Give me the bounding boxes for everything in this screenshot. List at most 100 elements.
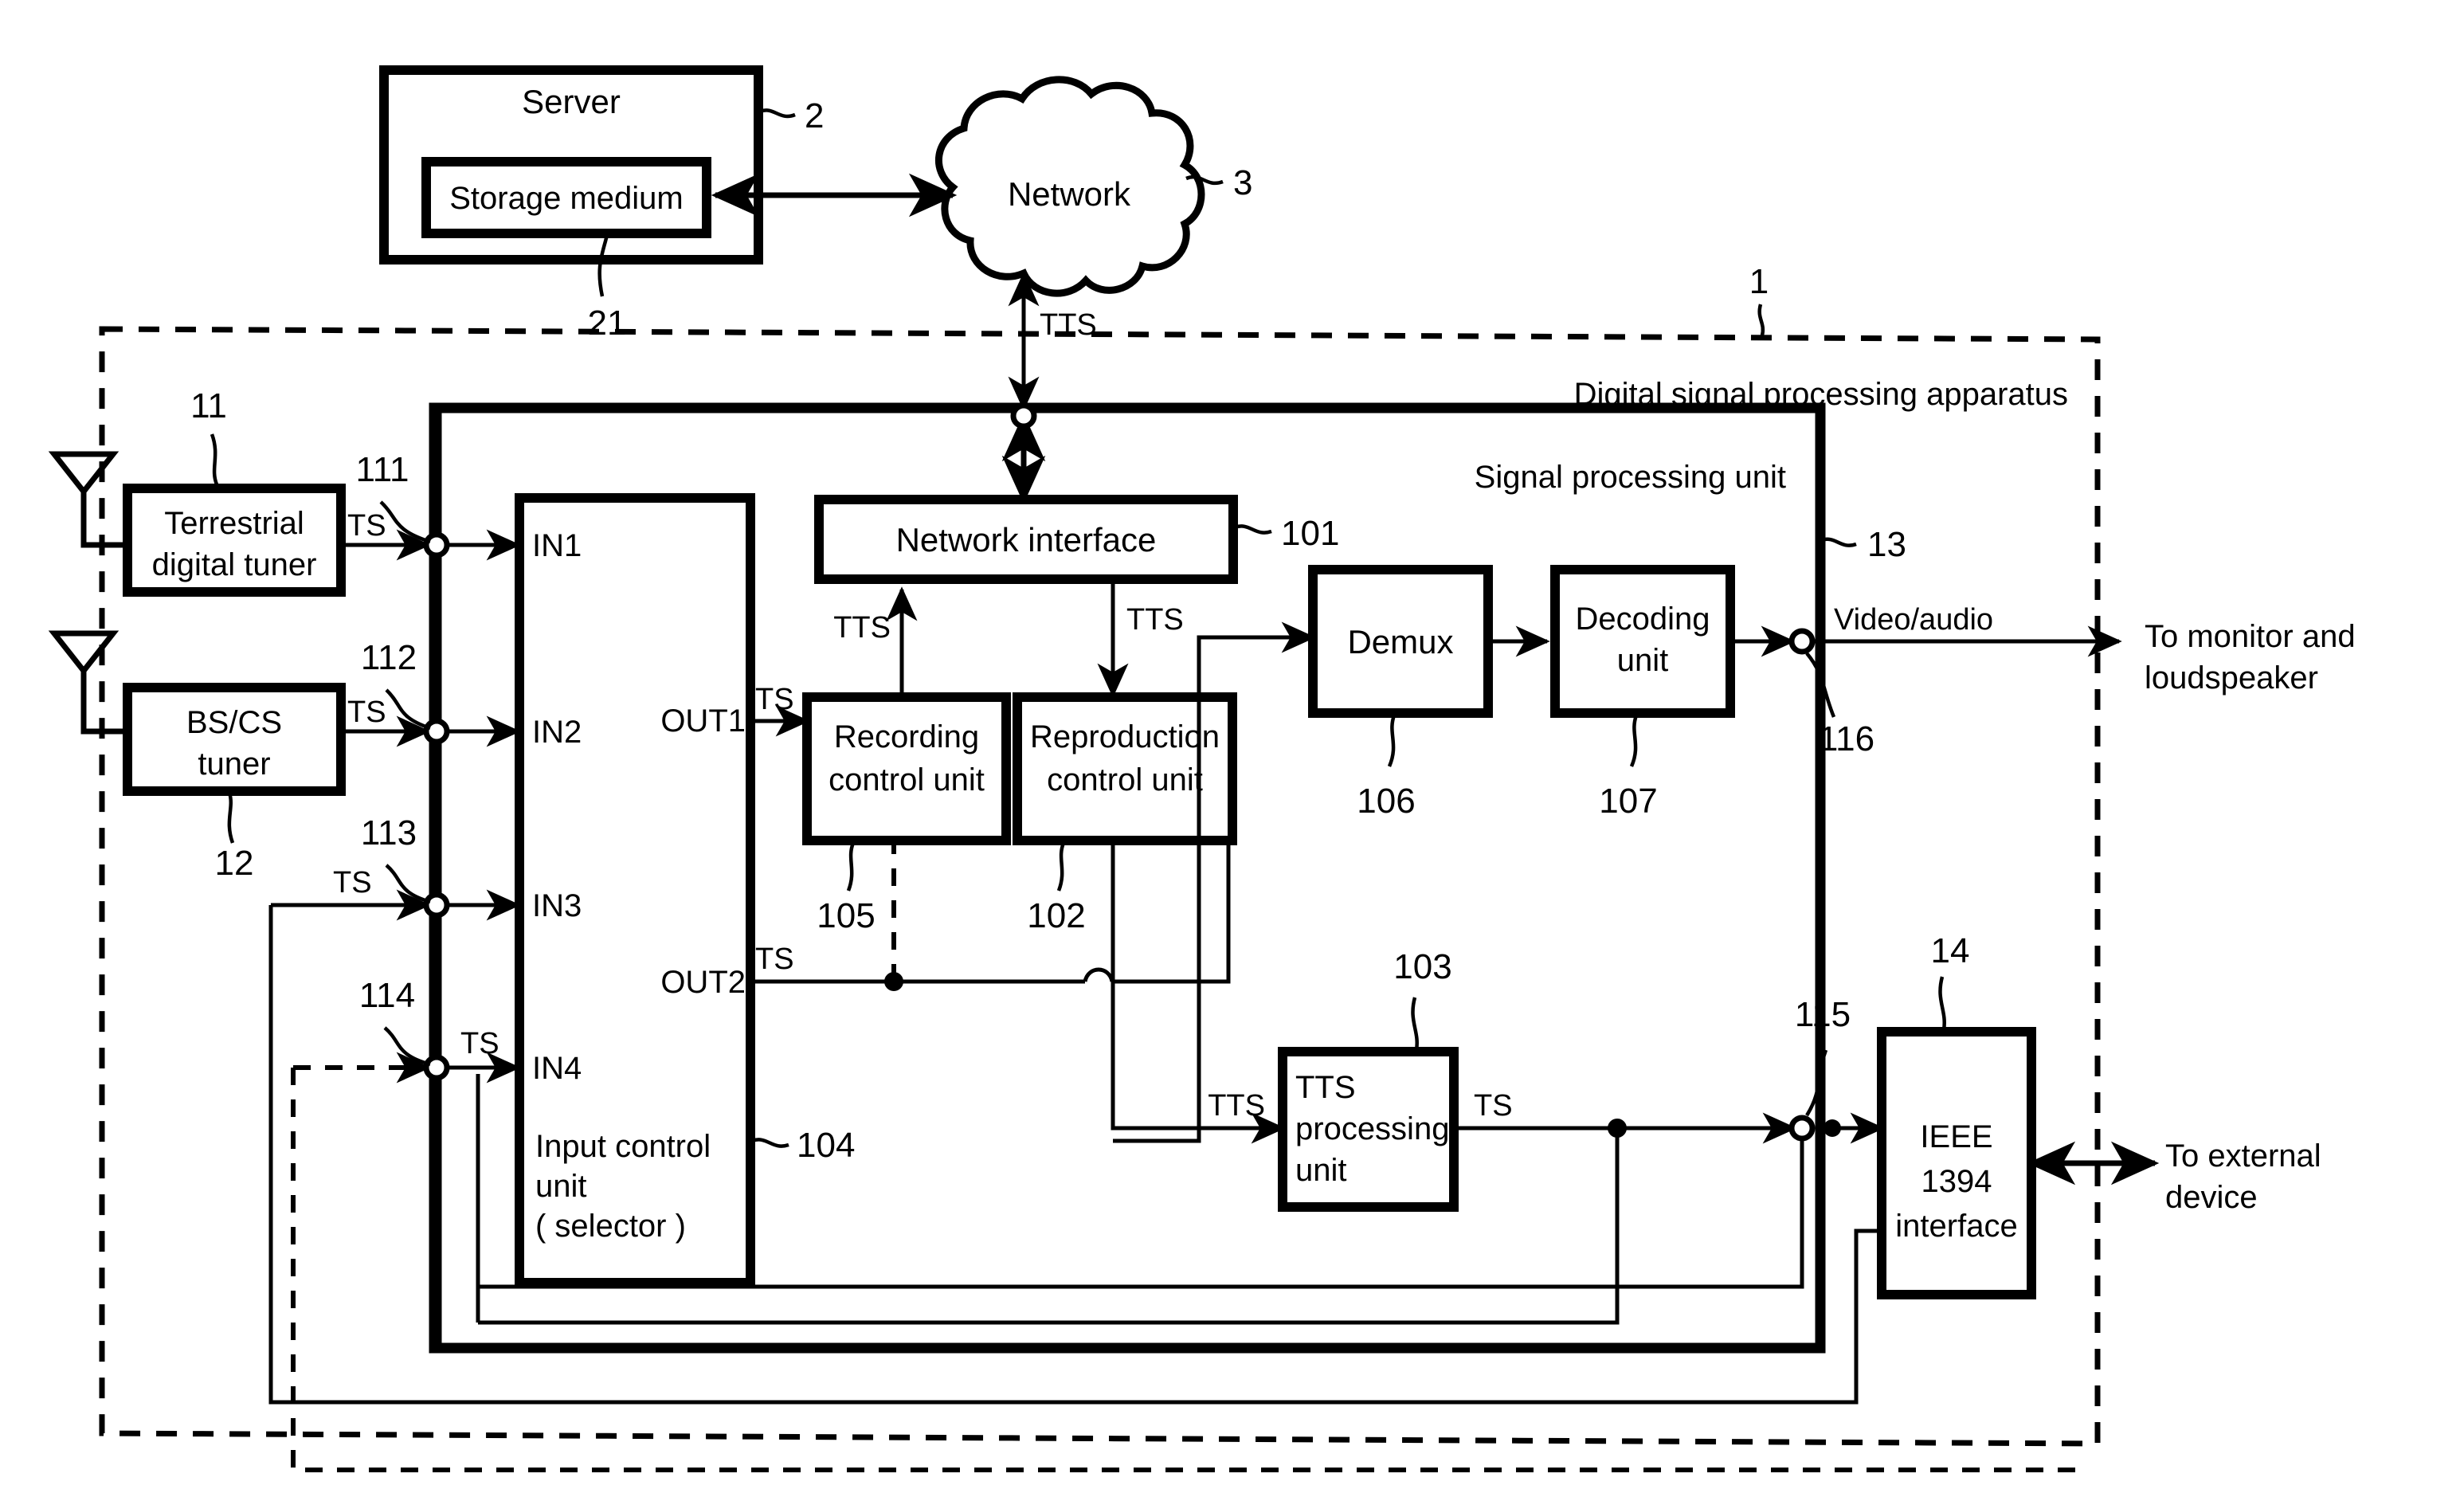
ts-label-111: TS: [347, 509, 386, 543]
node-114-ref: 114: [359, 976, 415, 1015]
node-112-leader: [385, 688, 431, 731]
node-113-leader: [385, 864, 431, 904]
port-in1: IN1: [532, 528, 582, 563]
ts-label-112: TS: [347, 696, 386, 729]
tts-processing-unit-label-3: unit: [1295, 1153, 1347, 1188]
node-113: [423, 892, 450, 919]
node-116: [1788, 628, 1816, 655]
signal-processing-unit-ref: 13: [1867, 525, 1906, 564]
port-in3: IN3: [532, 888, 582, 923]
decoding-unit-label-1: Decoding: [1575, 602, 1710, 637]
ts-label-out2: TS: [755, 942, 794, 976]
ts-label-113: TS: [333, 866, 372, 899]
demux-label: Demux: [1347, 623, 1453, 660]
ieee1394-label-1: IEEE: [1920, 1119, 1992, 1154]
spu-ref-leader: [1820, 537, 1857, 547]
network-label: Network: [1008, 175, 1131, 213]
tts-processing-unit-ref: 103: [1393, 947, 1451, 986]
demux-ref-leader: [1387, 715, 1397, 767]
apparatus-ref: 1: [1749, 262, 1769, 301]
ieee1394-ref-leader: [1938, 976, 1946, 1031]
input-control-unit-ref-leader: [751, 1138, 789, 1148]
port-in4: IN4: [532, 1051, 582, 1086]
node-112: [423, 718, 450, 745]
port-out1: OUT1: [660, 703, 746, 739]
node-114: [423, 1054, 450, 1081]
to-monitor-label-2: loudspeaker: [2145, 660, 2318, 696]
bscs-tuner-label-2: tuner: [198, 747, 270, 782]
server-label: Server: [522, 83, 621, 120]
reproduction-control-unit-ref: 102: [1027, 896, 1085, 935]
decoding-unit-ref-leader: [1629, 715, 1639, 767]
decoding-unit-label-2: unit: [1617, 643, 1669, 678]
patent-figure: Server Storage medium 2 21 Network 3 TTS…: [0, 0, 2464, 1497]
input-control-unit-label-3: ( selector ): [535, 1209, 686, 1244]
terrestrial-tuner-label-2: digital tuner: [152, 547, 317, 582]
antenna-terrestrial-mast: [80, 492, 127, 548]
tts-label-network: TTS: [1040, 308, 1097, 342]
reproduction-control-unit-ref-leader: [1056, 842, 1066, 892]
tts-processing-unit-label-1: TTS: [1295, 1070, 1356, 1105]
terrestrial-tuner-ref-leader: [210, 433, 219, 485]
network-interface-ref: 101: [1281, 514, 1339, 553]
server-ref: 2: [805, 96, 824, 135]
to-external-label-2: device: [2165, 1180, 2258, 1215]
to-monitor-label-1: To monitor and: [2145, 619, 2356, 654]
node-112-ref: 112: [361, 638, 417, 677]
bscs-tuner-ref: 12: [215, 844, 254, 883]
input-control-unit-label-2: unit: [535, 1169, 587, 1204]
ts-label-out1: TS: [755, 683, 794, 716]
node-111: [423, 531, 450, 558]
ieee1394-label-2: 1394: [1921, 1164, 1992, 1199]
tts-label-recording-up: TTS: [833, 611, 891, 645]
demux-ref: 106: [1357, 782, 1415, 821]
tts-processing-unit-ref-leader: [1411, 997, 1419, 1051]
tts-label-reproduction-down: TTS: [1126, 603, 1184, 637]
recording-control-unit-label-2: control unit: [829, 762, 985, 797]
node-111-leader: [379, 500, 431, 544]
reproduction-control-unit-label-2: control unit: [1047, 762, 1203, 797]
network-ref: 3: [1233, 163, 1252, 202]
wire-reproduction-to-tts: [1111, 841, 1275, 1131]
node-115: [1788, 1115, 1816, 1142]
recording-control-unit-ref: 105: [817, 896, 875, 935]
terrestrial-tuner-label-1: Terrestrial: [164, 506, 304, 541]
terrestrial-tuner-ref: 11: [190, 386, 227, 425]
block-diagram-canvas: Server Storage medium 2 21 Network 3 TTS…: [48, 65, 2356, 1472]
apparatus-ref-leader: [1757, 304, 1765, 336]
recording-control-unit-ref-leader: [846, 842, 856, 892]
reproduction-control-unit-label-1: Reproduction: [1030, 719, 1220, 754]
input-control-unit-label-1: Input control: [535, 1129, 711, 1164]
storage-medium-label: Storage medium: [449, 181, 683, 216]
node-114-leader: [383, 1026, 431, 1067]
server-ref-leader: [759, 108, 796, 119]
input-control-unit-ref: 104: [797, 1126, 855, 1165]
bscs-tuner-label-1: BS/CS: [186, 705, 282, 740]
ts-label-114: TS: [460, 1027, 499, 1060]
antenna-bscs-mast: [80, 671, 127, 735]
wire-out2-jump: [1083, 967, 1114, 982]
to-external-label-1: To external: [2165, 1138, 2321, 1174]
signal-processing-unit-label: Signal processing unit: [1475, 460, 1786, 495]
decoding-unit-ref: 107: [1599, 782, 1657, 821]
junction-spu-top: [1010, 402, 1037, 429]
ieee1394-label-3: interface: [1895, 1209, 2017, 1244]
network-interface-ref-leader: [1234, 524, 1272, 535]
tts-processing-unit-label-2: processing: [1295, 1111, 1449, 1146]
ts-label-tts-unit-out: TS: [1474, 1089, 1513, 1123]
apparatus-label: Digital signal processing apparatus: [1574, 377, 2068, 412]
port-out2: OUT2: [660, 965, 746, 1000]
recording-control-unit-label-1: Recording: [834, 719, 979, 754]
decoding-unit-box: [1550, 565, 1735, 718]
node-111-ref: 111: [356, 450, 409, 489]
node-115-ref: 115: [1795, 995, 1851, 1034]
network-interface-label: Network interface: [896, 521, 1157, 558]
video-audio-label: Video/audio: [1834, 603, 1993, 637]
port-in2: IN2: [532, 715, 582, 750]
bscs-tuner-ref-leader: [227, 792, 235, 844]
tts-label-tts-unit-in: TTS: [1208, 1089, 1265, 1123]
ieee1394-ref: 14: [1931, 931, 1970, 970]
node-113-ref: 113: [361, 813, 417, 852]
node-116-ref: 116: [1819, 719, 1874, 758]
ieee1394-interface-box: [1877, 1027, 2036, 1299]
